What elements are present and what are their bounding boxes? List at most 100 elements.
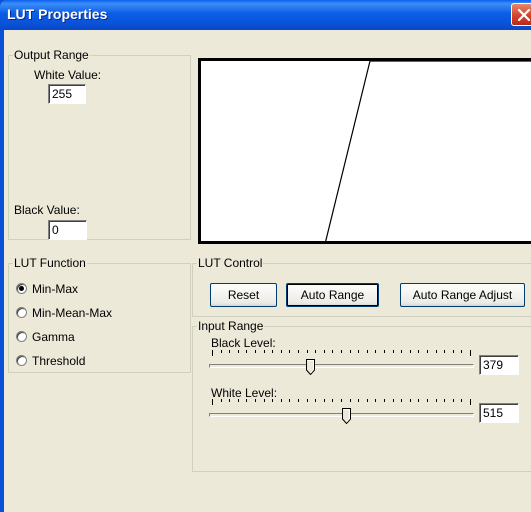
slider-tick [324, 399, 325, 402]
slider-tick [453, 350, 454, 353]
lut-properties-window: LUT Properties Output Range White Value:… [0, 0, 531, 512]
lut-curve-plot [198, 58, 531, 244]
slider-tick [341, 350, 342, 353]
lut-function-option-label: Threshold [32, 354, 86, 368]
slider-tick [367, 350, 368, 353]
slider-tick [410, 350, 411, 353]
slider-tick [393, 350, 394, 353]
auto-range-button[interactable]: Auto Range [286, 283, 379, 307]
slider-tick [289, 399, 290, 402]
radio-icon[interactable] [16, 283, 27, 294]
radio-icon[interactable] [16, 307, 27, 318]
slider-tick [453, 399, 454, 402]
slider-tick [350, 350, 351, 353]
slider-tick [229, 350, 230, 353]
slider-tick [461, 350, 462, 353]
slider-ticks [212, 350, 471, 356]
slider-tick [436, 350, 437, 353]
slider-tick [427, 399, 428, 402]
slider-tick [221, 399, 222, 402]
black-value-label: Black Value: [14, 203, 80, 217]
slider-tick [272, 399, 273, 402]
slider-tick [298, 399, 299, 402]
slider-tick [358, 350, 359, 353]
slider-tick [384, 399, 385, 402]
white-value-label: White Value: [34, 68, 102, 82]
radio-dot [19, 286, 24, 291]
slider-tick [418, 350, 419, 353]
slider-tick [307, 350, 308, 353]
auto-range-adjust-button[interactable]: Auto Range Adjust [400, 283, 525, 307]
slider-tick [315, 350, 316, 353]
close-icon [517, 8, 531, 22]
slider-tick [315, 399, 316, 402]
white-level-label: White Level: [211, 386, 278, 400]
slider-tick [212, 399, 213, 405]
slider-tick [264, 399, 265, 402]
white-value-field[interactable] [48, 84, 86, 104]
lut-curve [325, 61, 531, 241]
slider-tick [470, 399, 471, 405]
radio-icon[interactable] [16, 355, 27, 366]
slider-tick [358, 399, 359, 402]
slider-tick [367, 399, 368, 402]
lut-function-option[interactable]: Min-Mean-Max [16, 305, 166, 321]
slider-tick [289, 350, 290, 353]
black-level-slider[interactable] [209, 350, 474, 380]
slider-tick [410, 399, 411, 402]
close-button[interactable] [511, 3, 531, 26]
slider-ticks [212, 399, 471, 405]
slider-tick [332, 399, 333, 402]
window-title: LUT Properties [7, 6, 108, 22]
white-level-field[interactable] [479, 403, 519, 423]
slider-tick [246, 350, 247, 353]
slider-channel [209, 364, 474, 368]
slider-tick [238, 350, 239, 353]
slider-tick [212, 350, 213, 356]
slider-tick [281, 350, 282, 353]
slider-tick [264, 350, 265, 353]
slider-tick [255, 350, 256, 353]
slider-tick [246, 399, 247, 402]
lut-function-option[interactable]: Gamma [16, 329, 166, 345]
input-range-title: Input Range [197, 319, 265, 333]
dialog-client-area: Output Range White Value: Black Value: L… [4, 30, 531, 512]
slider-tick [393, 399, 394, 402]
lut-function-title: LUT Function [13, 256, 87, 270]
radio-icon[interactable] [16, 331, 27, 342]
slider-tick [350, 399, 351, 402]
slider-tick [444, 350, 445, 353]
slider-tick [238, 399, 239, 402]
slider-tick [444, 399, 445, 402]
slider-tick [341, 399, 342, 402]
slider-tick [255, 399, 256, 402]
slider-tick [401, 350, 402, 353]
slider-tick [384, 350, 385, 353]
slider-tick [307, 399, 308, 402]
slider-tick [375, 399, 376, 402]
reset-button[interactable]: Reset [210, 283, 277, 307]
slider-tick [427, 350, 428, 353]
lut-function-option-label: Min-Max [32, 282, 79, 296]
black-value-field[interactable] [48, 220, 87, 240]
black-level-label: Black Level: [211, 336, 276, 350]
slider-tick [418, 399, 419, 402]
title-bar[interactable]: LUT Properties [0, 0, 531, 30]
slider-tick [375, 350, 376, 353]
slider-thumb[interactable] [342, 408, 351, 424]
slider-tick [332, 350, 333, 353]
slider-tick [461, 399, 462, 402]
slider-tick [470, 350, 471, 356]
slider-thumb[interactable] [306, 359, 315, 375]
slider-tick [324, 350, 325, 353]
black-level-field[interactable] [479, 355, 519, 375]
slider-tick [436, 399, 437, 402]
slider-tick [229, 399, 230, 402]
lut-function-option-label: Min-Mean-Max [32, 306, 113, 320]
lut-function-option-label: Gamma [32, 330, 75, 344]
white-level-slider[interactable] [209, 399, 474, 429]
output-range-title: Output Range [13, 48, 90, 62]
slider-tick [401, 399, 402, 402]
lut-function-option[interactable]: Threshold [16, 353, 166, 369]
lut-function-option[interactable]: Min-Max [16, 281, 166, 297]
